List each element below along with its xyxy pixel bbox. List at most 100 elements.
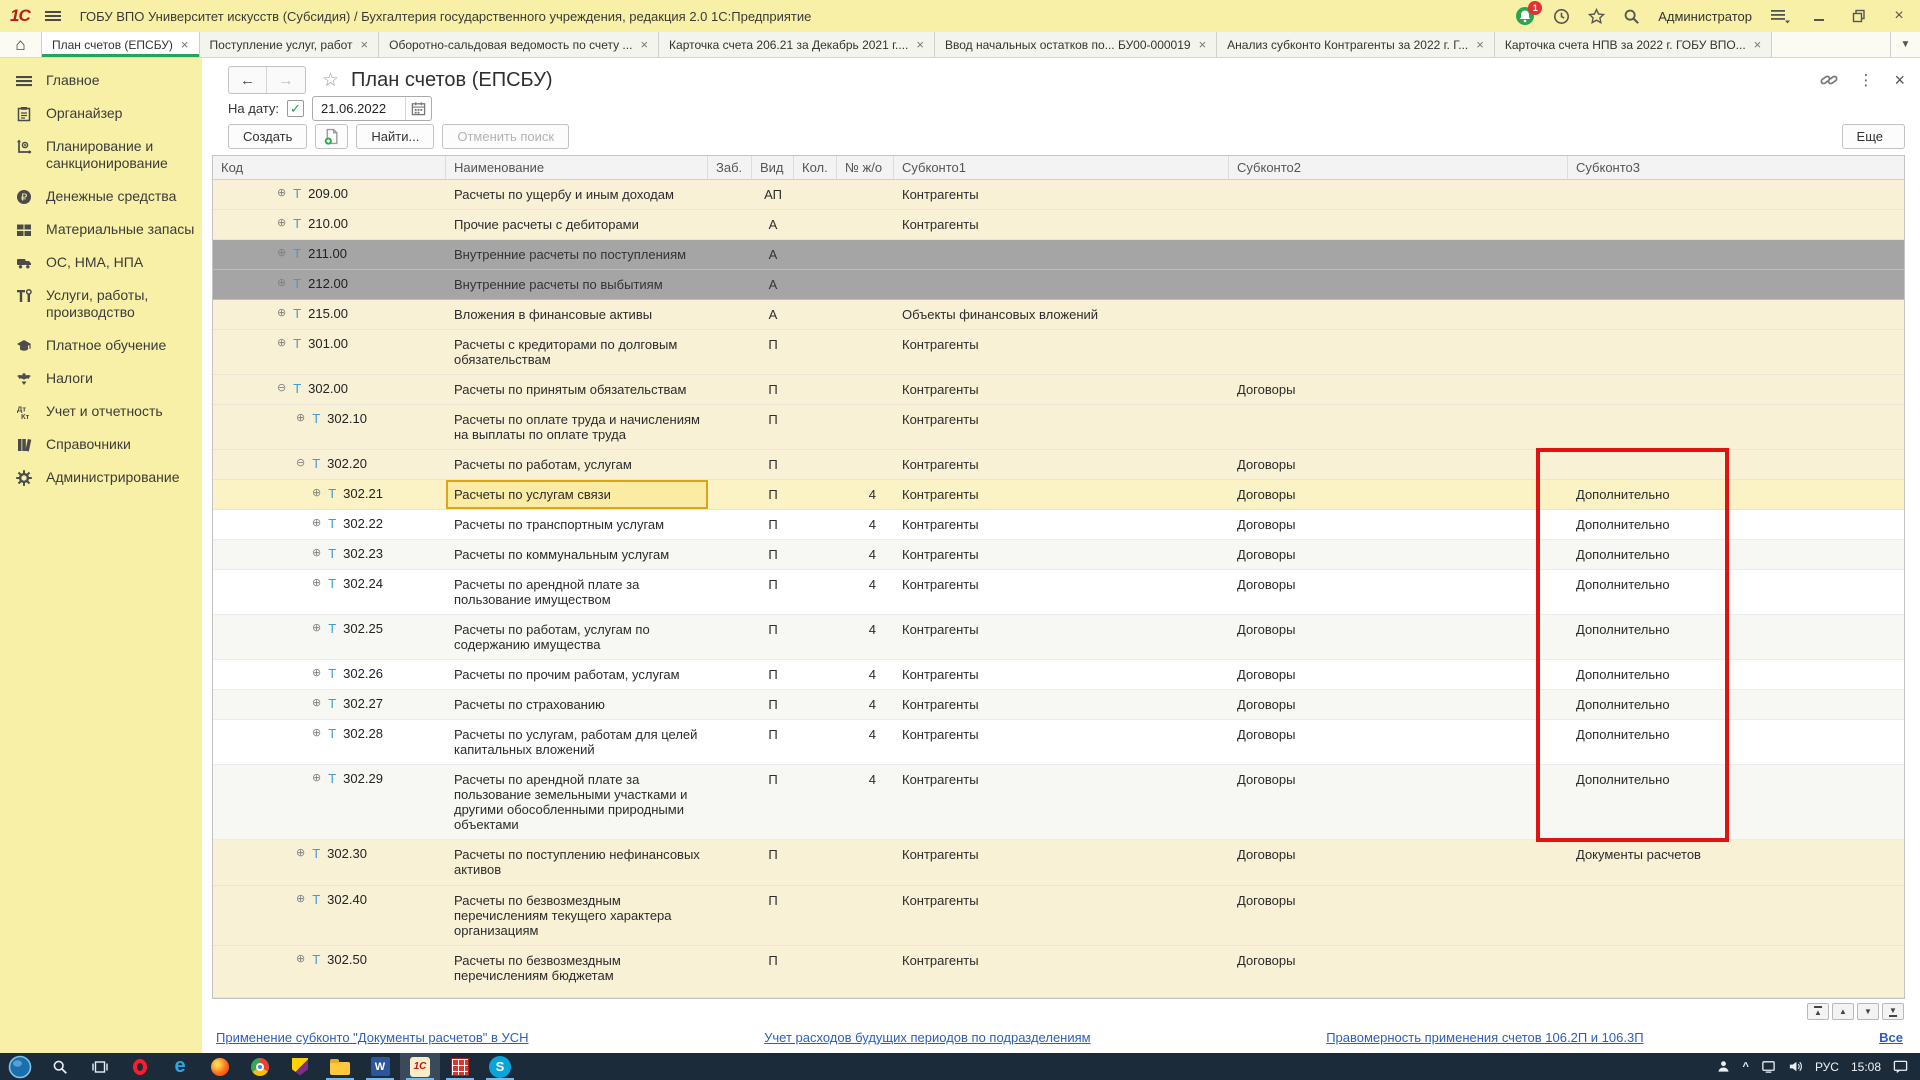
account-row[interactable]: ⊕Т302.50Расчеты по безвозмездным перечис… [213,946,1904,998]
expand-plus-icon[interactable]: ⊕ [277,306,286,321]
close-tab-icon[interactable]: × [1754,37,1762,52]
expand-plus-icon[interactable]: ⊕ [277,216,286,231]
sidebar-item[interactable]: Главное [0,64,202,97]
footer-link[interactable]: Учет расходов будущих периодов по подраз… [764,1030,1090,1045]
opera-icon[interactable] [120,1053,160,1080]
sidebar-item[interactable]: ДтКтУчет и отчетность [0,395,202,428]
column-header[interactable]: Вид [752,156,794,179]
expand-plus-icon[interactable]: ⊕ [312,666,321,681]
expand-plus-icon[interactable]: ⊕ [312,546,321,561]
notifications-bell-icon[interactable]: 1 [1515,6,1535,26]
document-tab[interactable]: Анализ субконто Контрагенты за 2022 г. Г… [1217,32,1495,57]
sidebar-item[interactable]: ОС, НМА, НПА [0,246,202,279]
expand-plus-icon[interactable]: ⊕ [312,726,321,741]
sidebar-item[interactable]: Администрирование [0,461,202,494]
grid-app-icon[interactable] [440,1053,480,1080]
account-row[interactable]: ⊕Т302.27Расчеты по страхованиюП4Контраге… [213,690,1904,720]
column-header[interactable]: № ж/о [837,156,894,179]
document-tab[interactable]: Оборотно-сальдовая ведомость по счету ..… [379,32,659,57]
account-row[interactable]: ⊕Т212.00Внутренние расчеты по выбытиямА [213,270,1904,300]
close-form-icon[interactable]: × [1894,70,1905,91]
close-tab-icon[interactable]: × [1476,37,1484,52]
volume-icon[interactable] [1788,1059,1803,1074]
document-tab[interactable]: Карточка счета НПВ за 2022 г. ГОБУ ВПО..… [1495,32,1772,57]
chrome-icon[interactable] [240,1053,280,1080]
search-icon[interactable] [1623,8,1640,25]
expand-plus-icon[interactable]: ⊕ [277,336,286,351]
account-row[interactable]: ⊕Т302.28Расчеты по услугам, работам для … [213,720,1904,765]
restore-icon[interactable] [1848,6,1870,26]
word-icon[interactable]: W [360,1053,400,1080]
account-row[interactable]: ⊕Т302.40Расчеты по безвозмездным перечис… [213,886,1904,946]
account-row[interactable]: ⊕Т211.00Внутренние расчеты по поступлени… [213,240,1904,270]
sidebar-item[interactable]: Налоги [0,362,202,395]
column-header[interactable]: Субконто3 [1568,156,1904,179]
account-row[interactable]: ⊕Т302.22Расчеты по транспортным услугамП… [213,510,1904,540]
home-tab[interactable]: ⌂ [0,32,42,57]
sidebar-item[interactable]: Материальные запасы [0,213,202,246]
firefox-icon[interactable] [200,1053,240,1080]
explorer-folder-icon[interactable] [320,1053,360,1080]
expand-minus-icon[interactable]: ⊖ [296,456,305,471]
favorites-star-icon[interactable] [1588,8,1605,25]
more-actions-icon[interactable]: ⋮ [1858,71,1874,89]
close-tab-icon[interactable]: × [181,37,189,52]
expand-plus-icon[interactable]: ⊕ [277,186,286,201]
close-icon[interactable]: × [1888,6,1910,26]
document-tab[interactable]: Поступление услуг, работ× [200,32,380,57]
expand-plus-icon[interactable]: ⊕ [312,516,321,531]
scroll-up-button[interactable]: ▲ [1832,1003,1854,1020]
document-tab[interactable]: Карточка счета 206.21 за Декабрь 2021 г.… [659,32,935,57]
expand-minus-icon[interactable]: ⊖ [277,381,286,396]
account-row[interactable]: ⊕Т215.00Вложения в финансовые активыАОбъ… [213,300,1904,330]
account-row[interactable]: ⊕Т301.00Расчеты с кредиторами по долговы… [213,330,1904,375]
expand-plus-icon[interactable]: ⊕ [296,892,305,907]
account-row[interactable]: ⊖Т302.20Расчеты по работам, услугамПКонт… [213,450,1904,480]
date-checkbox[interactable]: ✓ [287,100,304,117]
column-header[interactable]: Наименование [446,156,708,179]
taskbar-clock[interactable]: 15:08 [1851,1060,1881,1074]
account-row[interactable]: ⊕Т209.00Расчеты по ущербу и иным доходам… [213,180,1904,210]
onec-app-icon[interactable]: 1С [400,1053,440,1080]
display-icon[interactable] [1761,1059,1776,1074]
sidebar-item[interactable]: Услуги, работы, производство [0,279,202,329]
shield-icon[interactable] [280,1053,320,1080]
hamburger-menu-icon[interactable] [44,8,64,24]
account-row[interactable]: ⊕Т302.23Расчеты по коммунальным услугамП… [213,540,1904,570]
sidebar-item[interactable]: Планирование и санкционирование [0,130,202,180]
expand-plus-icon[interactable]: ⊕ [312,771,321,786]
document-tab[interactable]: План счетов (ЕПСБУ)× [42,32,200,57]
task-view-icon[interactable] [80,1053,120,1080]
close-tab-icon[interactable]: × [640,37,648,52]
back-button[interactable]: ← [229,67,267,93]
account-row[interactable]: ⊕Т302.26Расчеты по прочим работам, услуг… [213,660,1904,690]
close-tab-icon[interactable]: × [1199,37,1207,52]
expand-plus-icon[interactable]: ⊕ [312,576,321,591]
find-button[interactable]: Найти... [356,124,434,149]
favorite-star-icon[interactable]: ☆ [322,69,339,92]
account-row[interactable]: ⊖Т302.00Расчеты по принятым обязательств… [213,375,1904,405]
get-link-icon[interactable] [1820,71,1838,89]
sidebar-item[interactable]: ₽Денежные средства [0,180,202,213]
expand-plus-icon[interactable]: ⊕ [277,246,286,261]
create-button[interactable]: Создать [228,124,307,149]
date-input[interactable] [313,101,405,116]
column-header[interactable]: Заб. [708,156,752,179]
scroll-to-top-button[interactable]: ▲ [1807,1003,1829,1020]
people-icon[interactable] [1716,1059,1731,1074]
expand-plus-icon[interactable]: ⊕ [312,486,321,501]
account-row[interactable]: ⊕Т302.21Расчеты по услугам связиП4Контра… [213,480,1904,510]
language-indicator[interactable]: РУС [1815,1060,1839,1074]
account-row[interactable]: ⊕Т302.24Расчеты по арендной плате за пол… [213,570,1904,615]
close-tab-icon[interactable]: × [361,37,369,52]
account-row[interactable]: ⊕Т302.30Расчеты по поступлению нефинансо… [213,840,1904,886]
start-button[interactable] [0,1053,40,1080]
minimize-icon[interactable] [1808,6,1830,26]
sidebar-item[interactable]: Органайзер [0,97,202,130]
close-tab-icon[interactable]: × [916,37,924,52]
expand-plus-icon[interactable]: ⊕ [296,952,305,967]
expand-plus-icon[interactable]: ⊕ [277,276,286,291]
hidden-icons-chevron-icon[interactable]: ^ [1743,1061,1749,1073]
calendar-icon[interactable] [405,97,431,120]
scroll-down-button[interactable]: ▼ [1857,1003,1879,1020]
